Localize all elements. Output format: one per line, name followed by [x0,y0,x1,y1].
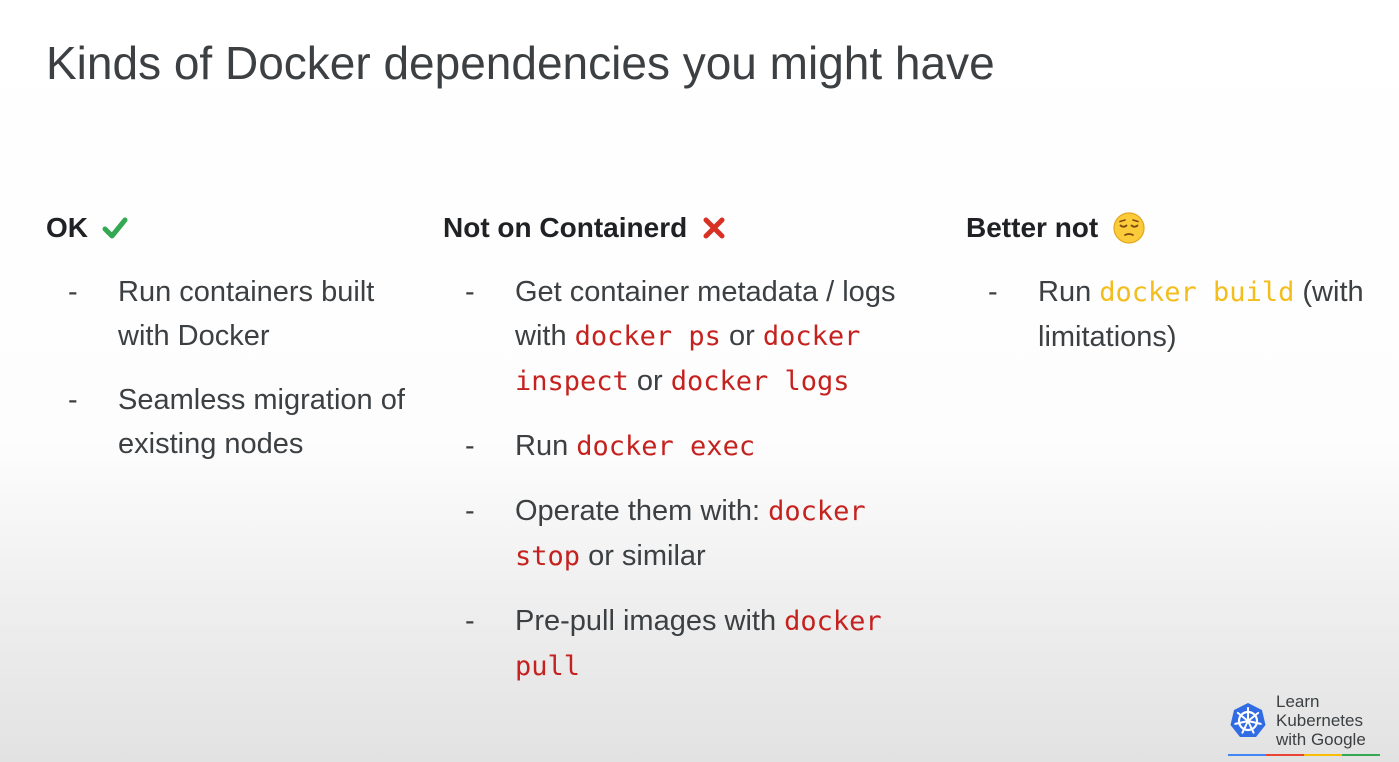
bullet-dash: - [68,384,78,416]
code-docker-ps: docker ps [574,321,721,352]
column-better-not: Better not - Run docker build (with limi… [966,208,1386,379]
list-item: - Operate them with: docker stop or simi… [443,489,923,579]
column-better-heading: Better not [966,208,1386,248]
column-better-label: Better not [966,212,1099,243]
bullet-dash: - [988,276,998,308]
slide-title: Kinds of Docker dependencies you might h… [46,37,995,89]
google-color-bar [1228,754,1380,756]
column-not-on-containerd: Not on Containerd - Get container metada… [443,208,923,709]
cross-mark-icon [703,217,725,239]
bullet-dash: - [465,605,475,637]
bullet-dash: - [465,495,475,527]
list-item-text: Operate them with: [515,495,769,527]
list-item: - Run containers built with Docker [46,270,426,358]
list-item-text: or similar [580,540,706,572]
column-better-list: - Run docker build (with limitations) [966,270,1386,359]
kubernetes-wheel-icon [1230,702,1266,737]
list-item: - Pre-pull images with docker pull [443,599,923,689]
check-mark-icon [102,217,128,239]
learn-kubernetes-logo: Learn Kubernetes with Google [1228,692,1366,749]
logo-text: Learn Kubernetes with Google [1276,692,1366,749]
logo-text-line: Learn [1276,692,1320,711]
column-ok-label: OK [46,212,88,243]
list-item-text: Seamless migration of existing nodes [118,384,405,460]
bullet-dash: - [68,276,78,308]
list-item-text: or [628,365,671,397]
list-item: - Run docker exec [443,424,923,469]
list-item-text: Pre-pull images with [515,605,785,637]
pensive-face-icon [1113,212,1145,244]
column-ok-heading: OK [46,208,426,248]
code-docker-build: docker build [1099,277,1295,308]
column-ok-list: - Run containers built with Docker - Sea… [46,270,426,466]
list-item-text: Run containers built with Docker [118,276,375,352]
column-not-list: - Get container metadata / logs with doc… [443,270,923,689]
list-item-text: Run [515,430,577,462]
list-item: - Seamless migration of existing nodes [46,378,426,466]
column-not-heading: Not on Containerd [443,208,923,248]
list-item-text: Run [1038,276,1100,308]
column-ok: OK - Run containers built with Docker - … [46,208,426,486]
list-item: - Run docker build (with limitations) [966,270,1386,359]
code-docker-logs: docker logs [670,366,850,397]
list-item-text: or [720,320,763,352]
bullet-dash: - [465,276,475,308]
bullet-dash: - [465,430,475,462]
list-item: - Get container metadata / logs with doc… [443,270,923,404]
column-not-label: Not on Containerd [443,212,688,243]
logo-text-line: with Google [1276,730,1366,749]
logo-text-line: Kubernetes [1276,711,1363,730]
code-docker-exec: docker exec [576,431,756,462]
